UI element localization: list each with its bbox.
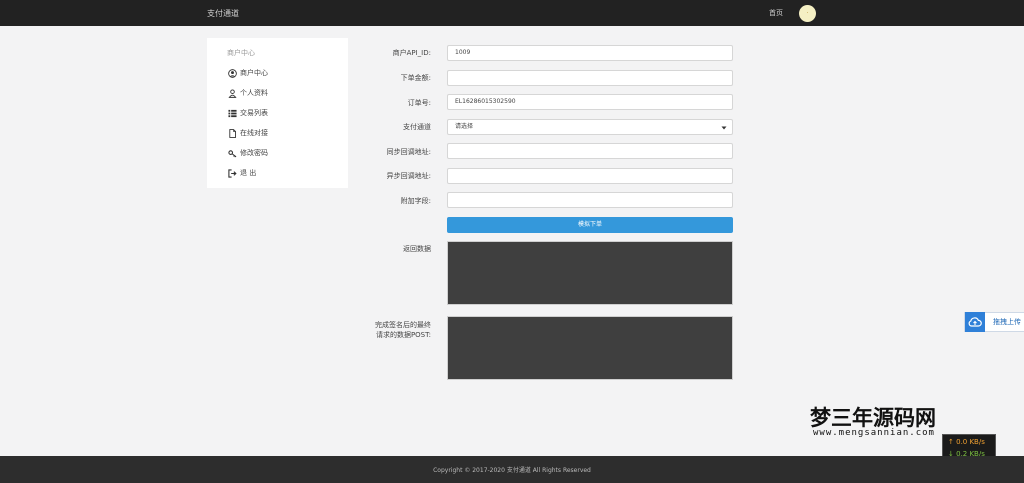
- nav-home-link[interactable]: 首页: [769, 8, 783, 18]
- response-label: 返回数据: [403, 245, 431, 253]
- sidebar-item-transactions[interactable]: 交易列表: [227, 106, 268, 120]
- amount-label: 下单金额:: [400, 74, 431, 82]
- channel-select[interactable]: 请选择: [447, 119, 733, 135]
- cloud-upload-icon: [965, 312, 985, 332]
- drag-upload-label: 拖拽上传: [993, 318, 1021, 326]
- async-url-label: 异步回调地址:: [386, 172, 431, 180]
- channel-selected-value: 请选择: [455, 123, 474, 130]
- sync-url-input[interactable]: [447, 143, 733, 159]
- list-icon: [227, 108, 237, 118]
- post-data-textarea[interactable]: [447, 316, 733, 380]
- drag-upload-widget[interactable]: 拖拽上传: [964, 312, 1024, 332]
- person-icon: [227, 88, 237, 98]
- upload-speed: ↑ 0.0 KB/s: [948, 438, 985, 446]
- attach-label: 附加字段:: [400, 197, 431, 205]
- top-navbar: 支付通道 首页 ·: [0, 0, 1024, 26]
- sidebar: 商户中心 商户中心 个人资料 交易列表 在线对接 修改密码 退 出: [207, 38, 348, 188]
- channel-label: 支付通道: [403, 123, 431, 131]
- order-no-label: 订单号:: [407, 99, 431, 107]
- order-no-input[interactable]: EL16286015302590: [447, 94, 733, 110]
- sync-url-label: 同步回调地址:: [386, 148, 431, 156]
- amount-input[interactable]: [447, 70, 733, 86]
- response-textarea[interactable]: [447, 241, 733, 305]
- attach-input[interactable]: [447, 192, 733, 208]
- sidebar-item-label: 个人资料: [240, 89, 268, 97]
- footer: Copyright © 2017-2020 支付通道 All Rights Re…: [0, 456, 1024, 483]
- simulate-order-button[interactable]: 模拟下单: [447, 217, 733, 233]
- sidebar-item-label: 交易列表: [240, 109, 268, 117]
- copyright-text: Copyright © 2017-2020 支付通道 All Rights Re…: [433, 467, 591, 474]
- chevron-down-icon: [721, 123, 727, 137]
- brand-title[interactable]: 支付通道: [207, 8, 239, 19]
- post-data-label-line2: 请求的数据POST:: [375, 331, 431, 339]
- post-data-label-line1: 完成签名后的最终: [375, 321, 431, 329]
- async-url-input[interactable]: [447, 168, 733, 184]
- avatar[interactable]: ·: [799, 5, 816, 22]
- api-id-label: 商户API_ID:: [392, 49, 431, 57]
- api-id-input[interactable]: 1009: [447, 45, 733, 61]
- arrow-up-icon: ↑: [948, 438, 954, 446]
- watermark-url: www.mengsannian.com: [813, 428, 935, 438]
